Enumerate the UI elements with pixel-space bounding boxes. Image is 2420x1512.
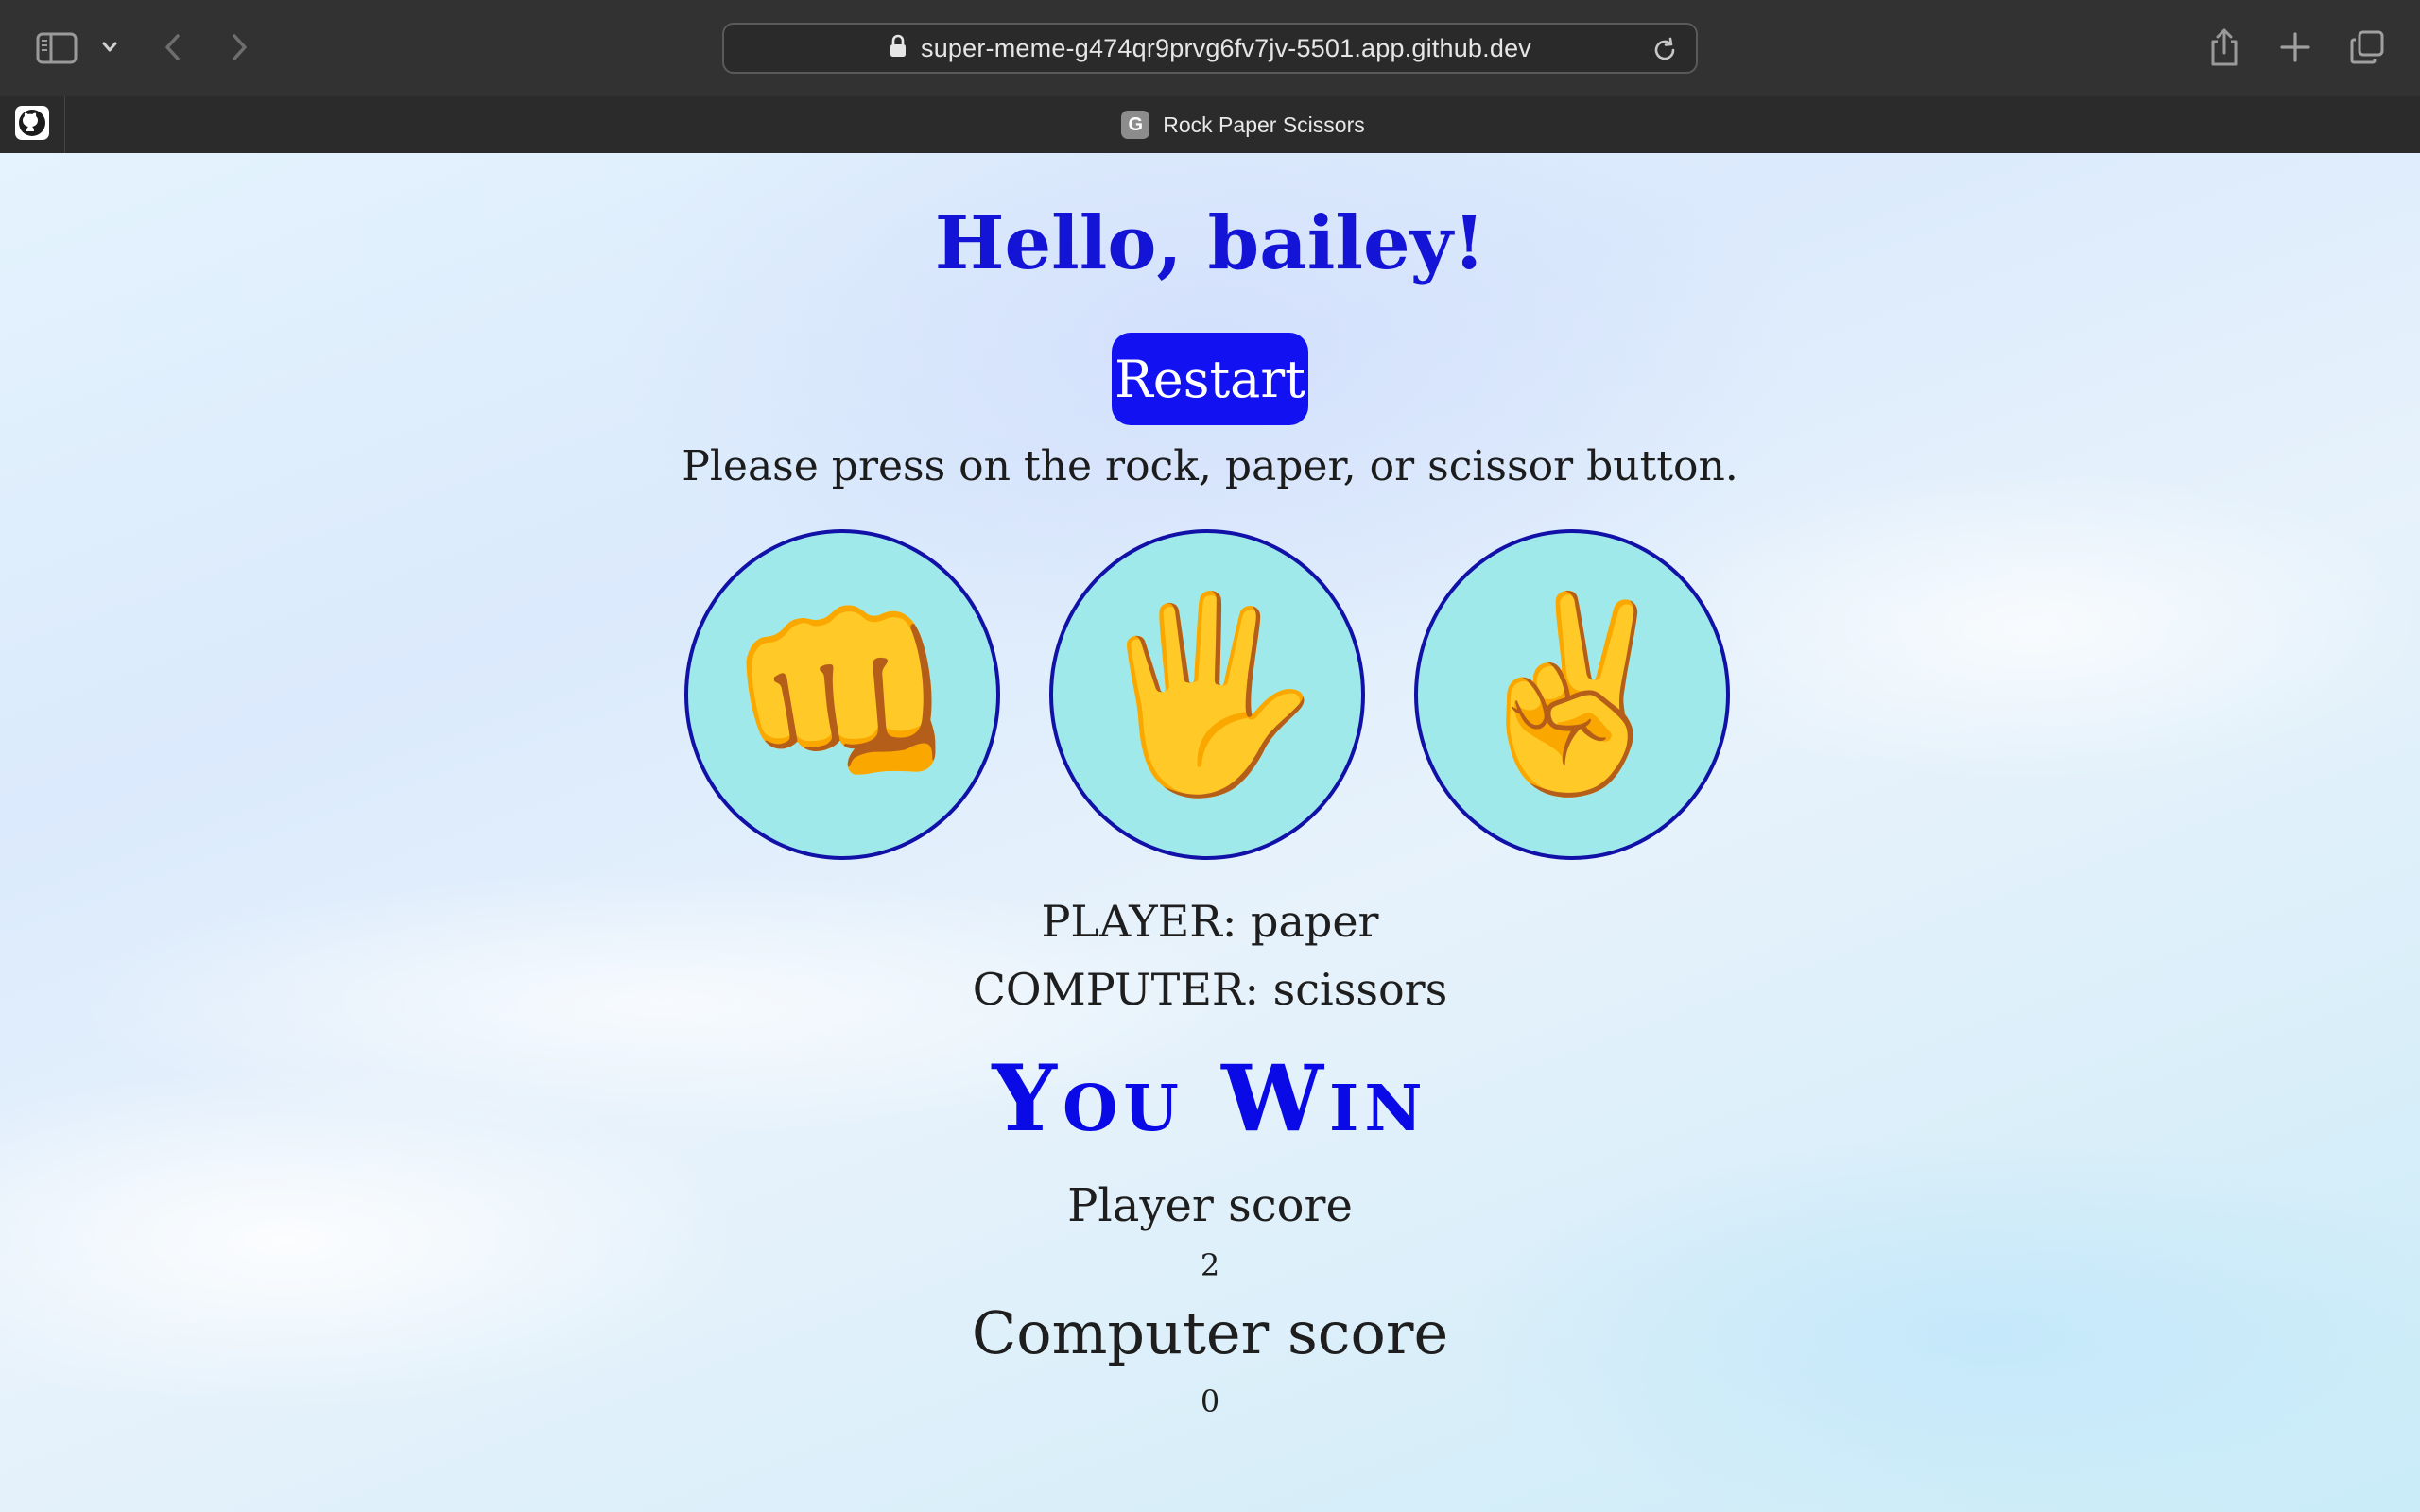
sidebar-icon[interactable] xyxy=(36,32,78,64)
player-score-value: 2 xyxy=(1200,1247,1220,1283)
chevron-down-icon[interactable] xyxy=(98,34,121,60)
fist-icon: 👊 xyxy=(724,584,960,804)
new-tab-icon[interactable] xyxy=(2276,28,2314,66)
tab-title: Rock Paper Scissors xyxy=(1163,112,1365,137)
paper-button[interactable]: 🖐 xyxy=(1049,529,1365,860)
scissors-button[interactable]: ✌️ xyxy=(1414,529,1730,860)
greeting-heading: Hello, bailey! xyxy=(934,200,1486,286)
victory-hand-icon: ✌️ xyxy=(1454,584,1690,804)
player-choice-text: PLAYER: paper xyxy=(1041,896,1379,947)
open-hand-icon: 🖐 xyxy=(1089,584,1325,804)
tab-rock-paper-scissors[interactable]: G Rock Paper Scissors xyxy=(66,96,2420,153)
rock-button[interactable]: 👊 xyxy=(684,529,1000,860)
player-score-label: Player score xyxy=(1067,1179,1353,1232)
url-text: super-meme-g474qr9prvg6fv7jv-5501.app.gi… xyxy=(921,33,1531,62)
browser-chrome: super-meme-g474qr9prvg6fv7jv-5501.app.gi… xyxy=(0,0,2420,154)
result-text: You Win xyxy=(992,1045,1428,1152)
github-icon xyxy=(15,106,49,144)
game-page: Hello, bailey! Restart Please press on t… xyxy=(0,153,2420,1512)
computer-score-value: 0 xyxy=(1200,1383,1220,1419)
back-icon[interactable] xyxy=(159,28,187,66)
share-icon[interactable] xyxy=(2208,26,2240,68)
computer-choice-text: COMPUTER: scissors xyxy=(972,964,1448,1015)
restart-button[interactable]: Restart xyxy=(1112,333,1308,425)
browser-toolbar: super-meme-g474qr9prvg6fv7jv-5501.app.gi… xyxy=(0,0,2420,96)
reload-icon[interactable] xyxy=(1651,36,1679,64)
favicon: G xyxy=(1121,111,1150,139)
tab-overview-icon[interactable] xyxy=(2348,28,2386,66)
instruction-text: Please press on the rock, paper, or scis… xyxy=(682,442,1738,490)
address-bar[interactable]: super-meme-g474qr9prvg6fv7jv-5501.app.gi… xyxy=(722,23,1698,74)
forward-icon[interactable] xyxy=(225,28,253,66)
computer-score-label: Computer score xyxy=(971,1298,1449,1367)
tab-bar: G Rock Paper Scissors xyxy=(0,96,2420,153)
lock-icon xyxy=(889,34,908,62)
pinned-tab-github[interactable] xyxy=(0,96,65,153)
